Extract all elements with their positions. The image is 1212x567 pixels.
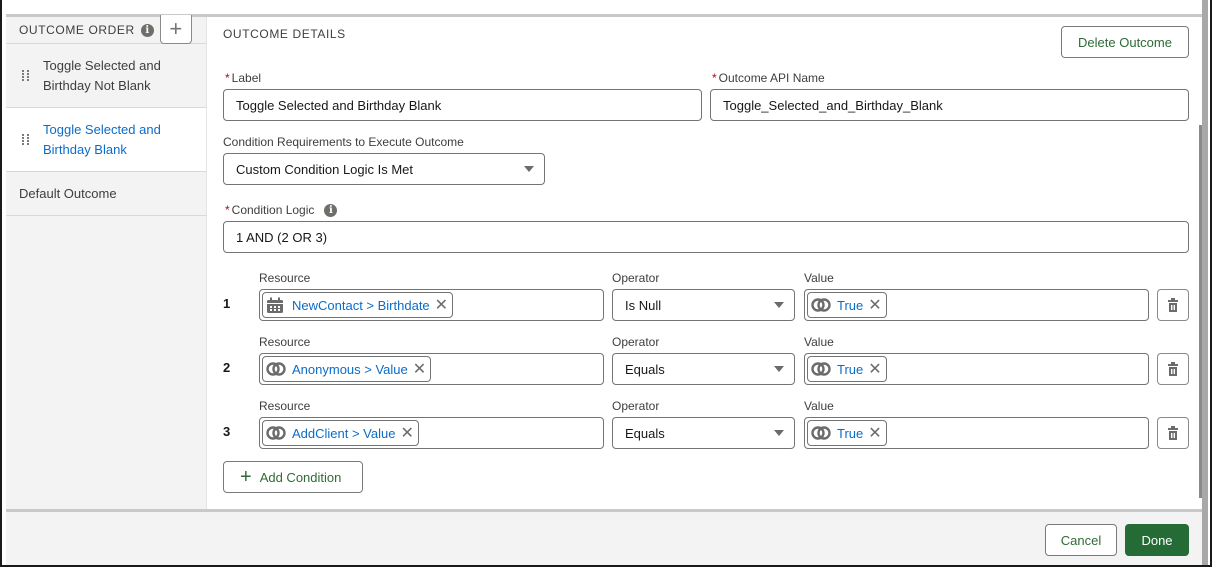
operator-label: Operator — [612, 335, 660, 349]
condition-logic-input[interactable]: 1 AND (2 OR 3) — [223, 221, 1189, 253]
label-input[interactable]: Toggle Selected and Birthday Blank — [223, 89, 702, 121]
condition-number: 1 — [223, 296, 231, 311]
condition-requirements-value: Custom Condition Logic Is Met — [236, 161, 414, 177]
operator-select[interactable]: Equals — [612, 417, 795, 449]
value-pill[interactable]: True ✕ — [807, 292, 887, 318]
operator-label: Operator — [612, 399, 660, 413]
cancel-button[interactable]: Cancel — [1045, 524, 1117, 556]
api-name-input[interactable]: Toggle_Selected_and_Birthday_Blank — [710, 89, 1189, 121]
operator-value: Is Null — [625, 297, 662, 313]
value-label: Value — [804, 271, 834, 285]
chevron-down-icon — [774, 302, 784, 308]
resource-pill-label: NewContact > Birthdate — [292, 297, 430, 313]
value-input[interactable]: True ✕ — [804, 417, 1149, 449]
toggle-icon — [811, 425, 831, 441]
trash-icon — [1168, 362, 1178, 376]
condition-number: 3 — [223, 424, 231, 439]
operator-value: Equals — [625, 425, 665, 441]
delete-outcome-button[interactable]: Delete Outcome — [1061, 26, 1189, 58]
drag-handle-icon[interactable] — [22, 70, 32, 81]
toggle-icon — [811, 297, 831, 313]
trash-icon — [1168, 426, 1178, 440]
remove-icon[interactable]: ✕ — [868, 423, 881, 443]
value-input[interactable]: True ✕ — [804, 353, 1149, 385]
footer: Cancel Done — [6, 509, 1202, 565]
condition-number: 2 — [223, 360, 231, 375]
value-pill[interactable]: True ✕ — [807, 420, 887, 446]
label-field-label: * Label — [225, 71, 262, 85]
resource-pill[interactable]: AddClient > Value ✕ — [262, 420, 419, 446]
add-condition-label: Add Condition — [259, 469, 342, 485]
info-icon[interactable]: i — [324, 203, 338, 217]
condition-logic-label: * Condition Logic i — [225, 203, 338, 217]
value-label: Value — [804, 399, 834, 413]
value-input[interactable]: True ✕ — [804, 289, 1149, 321]
sidebar-item-outcome-1[interactable]: Toggle Selected and Birthday Not Blank — [6, 44, 206, 108]
chevron-down-icon — [774, 430, 784, 436]
window-edge — [1202, 0, 1208, 565]
resource-input[interactable]: Anonymous > Value ✕ — [259, 353, 604, 385]
outcome-editor-panel: OUTCOME ORDER i + Toggle Selected and Bi… — [0, 0, 1212, 567]
delete-condition-button[interactable] — [1157, 353, 1189, 385]
outcome-order-title: OUTCOME ORDER — [19, 23, 135, 37]
value-pill[interactable]: True ✕ — [807, 356, 887, 382]
done-button[interactable]: Done — [1125, 524, 1189, 556]
sidebar-item-label: Toggle Selected and Birthday Blank — [43, 121, 161, 157]
operator-select[interactable]: Is Null — [612, 289, 795, 321]
section-title: OUTCOME DETAILS — [223, 27, 346, 41]
add-outcome-button[interactable]: + — [159, 14, 192, 44]
outcome-order-header: OUTCOME ORDER i + — [6, 14, 206, 44]
resource-pill-label: AddClient > Value — [292, 425, 396, 441]
remove-icon[interactable]: ✕ — [413, 359, 426, 379]
delete-condition-button[interactable] — [1157, 417, 1189, 449]
remove-icon[interactable]: ✕ — [868, 295, 881, 315]
resource-label: Resource — [259, 399, 311, 413]
resource-input[interactable]: NewContact > Birthdate ✕ — [259, 289, 604, 321]
sidebar-item-label: Default Outcome — [19, 185, 117, 201]
condition-requirements-select[interactable]: Custom Condition Logic Is Met — [223, 153, 545, 185]
resource-pill[interactable]: Anonymous > Value ✕ — [262, 356, 432, 382]
add-condition-button[interactable]: + Add Condition — [223, 461, 363, 493]
api-name-field-label: * Outcome API Name — [712, 71, 825, 85]
resource-input[interactable]: AddClient > Value ✕ — [259, 417, 604, 449]
condition-requirements-label: Condition Requirements to Execute Outcom… — [223, 135, 464, 149]
trash-icon — [1168, 298, 1178, 312]
resource-pill-label: Anonymous > Value — [292, 361, 408, 377]
value-pill-label: True — [837, 297, 864, 313]
drag-handle-icon[interactable] — [22, 134, 32, 145]
toggle-icon — [811, 361, 831, 377]
remove-icon[interactable]: ✕ — [868, 359, 881, 379]
operator-select[interactable]: Equals — [612, 353, 795, 385]
operator-value: Equals — [625, 361, 665, 377]
sidebar-item-default-outcome[interactable]: Default Outcome — [6, 172, 206, 216]
chevron-down-icon — [774, 366, 784, 372]
outcome-details: OUTCOME DETAILS Delete Outcome * Label To… — [207, 17, 1199, 509]
resource-label: Resource — [259, 271, 311, 285]
plus-icon: + — [240, 466, 252, 488]
resource-label: Resource — [259, 335, 311, 349]
value-pill-label: True — [837, 361, 864, 377]
outcome-order-sidebar: OUTCOME ORDER i + Toggle Selected and Bi… — [6, 14, 207, 509]
remove-icon[interactable]: ✕ — [435, 295, 448, 315]
info-icon[interactable]: i — [140, 23, 154, 37]
sidebar-item-outcome-2-selected[interactable]: Toggle Selected and Birthday Blank — [6, 108, 206, 172]
delete-condition-button[interactable] — [1157, 289, 1189, 321]
chevron-down-icon — [524, 166, 534, 172]
toggle-icon — [266, 361, 286, 377]
value-pill-label: True — [837, 425, 864, 441]
value-label: Value — [804, 335, 834, 349]
toggle-icon — [266, 425, 286, 441]
resource-pill[interactable]: NewContact > Birthdate ✕ — [262, 292, 454, 318]
calendar-icon — [266, 297, 286, 313]
sidebar-item-label: Toggle Selected and Birthday Not Blank — [43, 57, 161, 93]
operator-label: Operator — [612, 271, 660, 285]
remove-icon[interactable]: ✕ — [400, 423, 413, 443]
